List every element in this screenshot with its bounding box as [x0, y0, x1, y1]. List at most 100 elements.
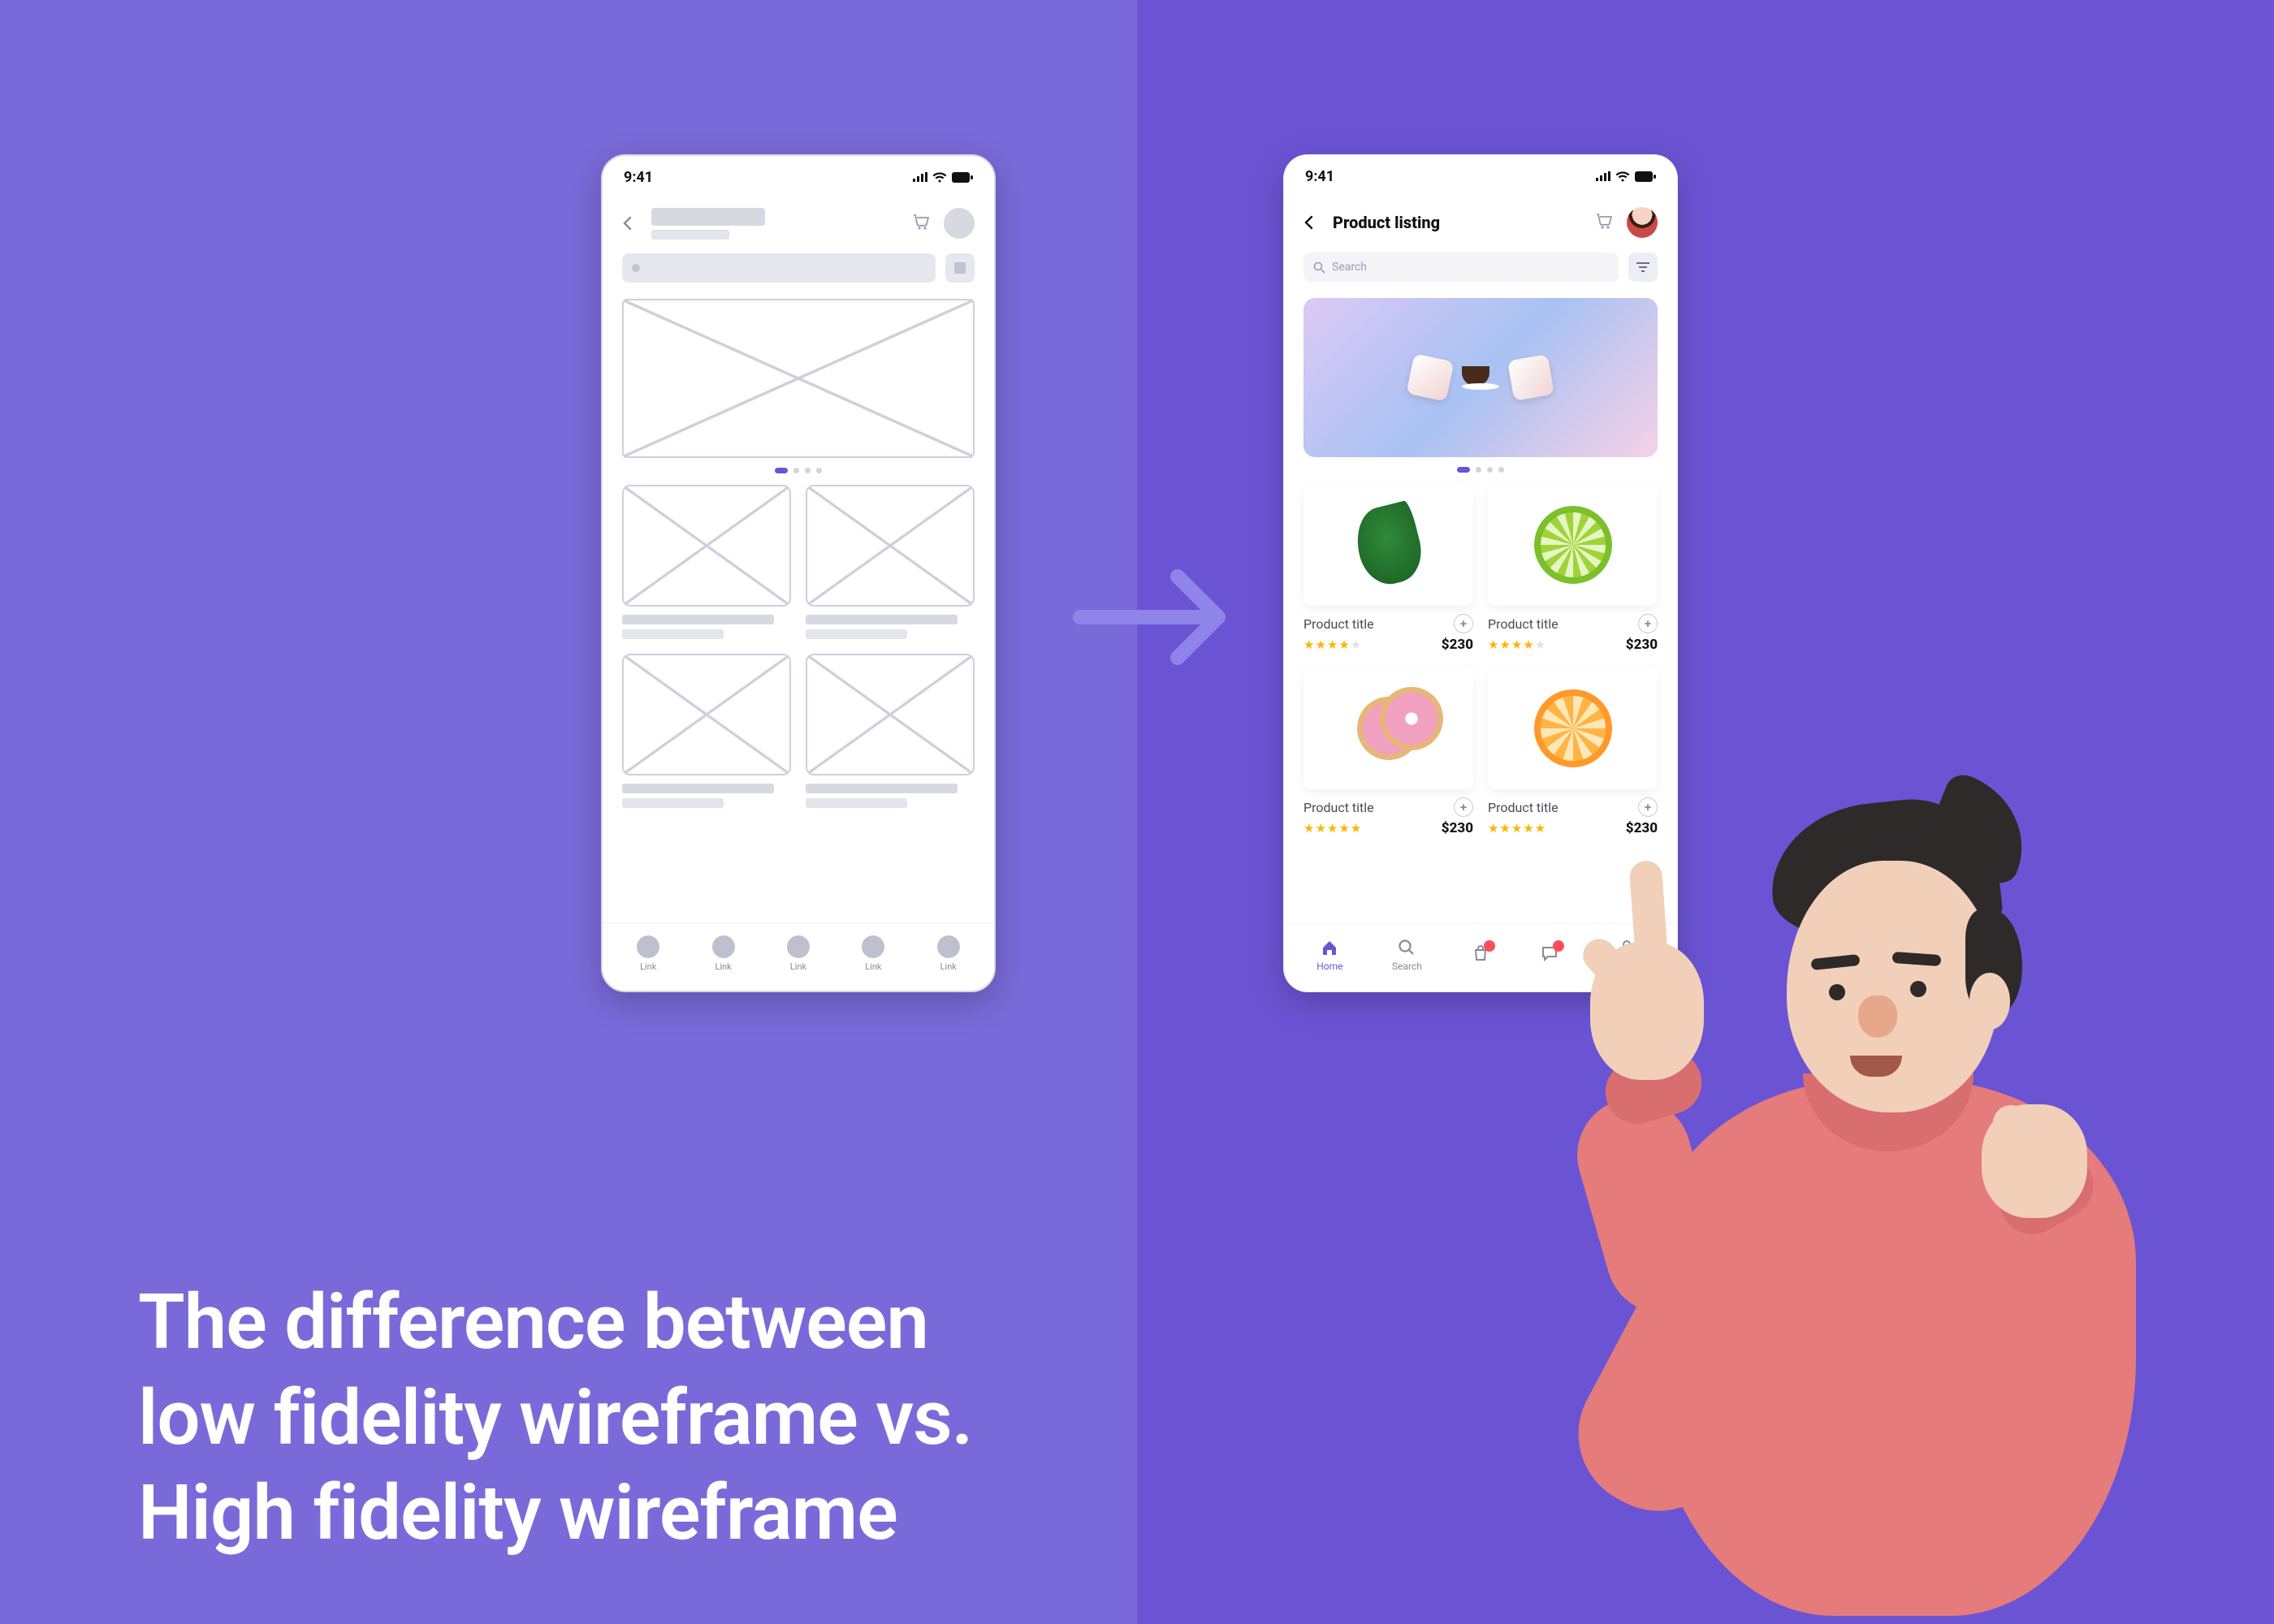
page-title: Product listing	[1333, 213, 1581, 232]
product-card[interactable]	[806, 654, 975, 808]
product-card[interactable]	[622, 654, 791, 808]
nav-item[interactable]: Link	[937, 935, 960, 972]
rating-stars: ★★★★★	[1488, 637, 1546, 652]
filter-button[interactable]	[1628, 253, 1658, 282]
nav-home[interactable]: Home	[1316, 938, 1342, 972]
nav-label: Link	[715, 961, 731, 972]
product-card[interactable]	[622, 485, 791, 639]
hero-cube	[1406, 353, 1454, 401]
product-title: Product title	[1488, 616, 1559, 632]
product-grid	[622, 485, 975, 808]
back-icon[interactable]	[1303, 214, 1320, 231]
nav-item[interactable]: Link	[712, 935, 735, 972]
filter-button[interactable]	[945, 253, 975, 283]
status-bar: 9:41	[1284, 155, 1677, 197]
product-price: $230	[1442, 637, 1473, 653]
avatar-placeholder[interactable]	[944, 208, 975, 239]
headline-text: The difference betweenlow fidelity wiref…	[138, 1275, 972, 1561]
page-title-text: Product listing	[1333, 213, 1581, 232]
status-icons	[1596, 171, 1656, 182]
nav-icon	[937, 935, 960, 958]
wifi-icon	[932, 172, 947, 183]
hero-banner[interactable]	[1303, 298, 1658, 457]
nav-label: Home	[1316, 961, 1342, 972]
product-card[interactable]: Product title + ★★★★★ $230	[1303, 667, 1473, 836]
search-input[interactable]: Search	[1303, 253, 1619, 282]
product-card[interactable]	[806, 485, 975, 639]
add-button[interactable]: +	[1454, 614, 1473, 633]
rating-stars: ★★★★★	[1488, 821, 1546, 836]
nav-icon	[862, 935, 884, 958]
nav-icon	[637, 935, 659, 958]
home-icon	[1320, 938, 1339, 957]
rating-stars: ★★★★★	[1303, 637, 1362, 652]
battery-icon	[952, 172, 973, 183]
dot[interactable]	[1487, 467, 1493, 473]
image-placeholder	[622, 485, 791, 607]
arrow-icon	[1072, 552, 1251, 682]
cart-icon[interactable]	[1594, 212, 1614, 233]
avatar[interactable]	[1627, 207, 1658, 238]
image-placeholder	[806, 654, 975, 775]
bottom-nav: Link Link Link Link Link	[603, 922, 994, 991]
signal-icon	[1596, 171, 1610, 181]
meta-placeholder	[806, 784, 975, 808]
product-price: $230	[1626, 637, 1658, 653]
dot[interactable]	[1498, 467, 1504, 473]
dot[interactable]	[805, 468, 811, 473]
meta-placeholder	[622, 784, 791, 808]
product-image-lime	[1488, 484, 1658, 606]
status-icons	[913, 172, 973, 183]
search-input[interactable]	[622, 253, 936, 283]
meta-placeholder	[622, 615, 791, 639]
back-icon[interactable]	[622, 215, 638, 231]
dot[interactable]	[1476, 467, 1481, 473]
product-price: $230	[1442, 820, 1473, 836]
nav-item[interactable]	[1471, 944, 1490, 966]
nav-label: Link	[940, 961, 957, 972]
product-image-leaf	[1303, 484, 1473, 606]
hero-cube	[1507, 354, 1554, 401]
nav-label: Link	[640, 961, 656, 972]
product-title: Product title	[1303, 800, 1374, 815]
status-bar: 9:41	[603, 156, 994, 198]
nav-item[interactable]: Link	[787, 935, 810, 972]
cart-icon[interactable]	[911, 213, 931, 234]
nav-icon	[712, 935, 735, 958]
lofi-phone: 9:41 Link Link Link Link Li	[601, 154, 996, 992]
header	[603, 198, 994, 248]
search-icon	[632, 264, 640, 272]
nav-search[interactable]: Search	[1392, 938, 1422, 972]
product-card[interactable]: Product title+★★★★★$230	[1303, 484, 1473, 653]
search-icon	[1313, 261, 1325, 274]
search-row	[603, 248, 994, 287]
product-card[interactable]: Product title + ★★★★★ $230	[1488, 484, 1658, 653]
carousel-dots	[603, 468, 994, 473]
meta-placeholder	[806, 615, 975, 639]
nav-item[interactable]: Link	[637, 935, 659, 972]
character-illustration	[1543, 755, 2193, 1608]
product-image-donut	[1303, 667, 1473, 789]
rating-stars: ★★★★★	[1303, 821, 1362, 836]
image-placeholder	[806, 485, 975, 607]
image-placeholder	[622, 654, 791, 775]
wifi-icon	[1615, 171, 1630, 182]
carousel-dots	[1284, 467, 1677, 473]
hero-placeholder	[622, 299, 975, 458]
status-time: 9:41	[1305, 168, 1334, 185]
signal-icon	[913, 172, 927, 182]
hero-cup	[1462, 366, 1499, 390]
add-button[interactable]: +	[1454, 797, 1473, 817]
dot[interactable]	[793, 468, 799, 473]
nav-item[interactable]: Link	[862, 935, 884, 972]
notification-badge	[1484, 940, 1495, 952]
dot-active[interactable]	[775, 468, 788, 473]
dot[interactable]	[816, 468, 822, 473]
search-row: Search	[1284, 248, 1677, 287]
nav-label: Link	[865, 961, 881, 972]
add-button[interactable]: +	[1638, 614, 1658, 633]
title-placeholder	[651, 208, 898, 240]
nav-label: Link	[790, 961, 806, 972]
status-time: 9:41	[624, 169, 653, 186]
dot-active[interactable]	[1457, 467, 1470, 473]
